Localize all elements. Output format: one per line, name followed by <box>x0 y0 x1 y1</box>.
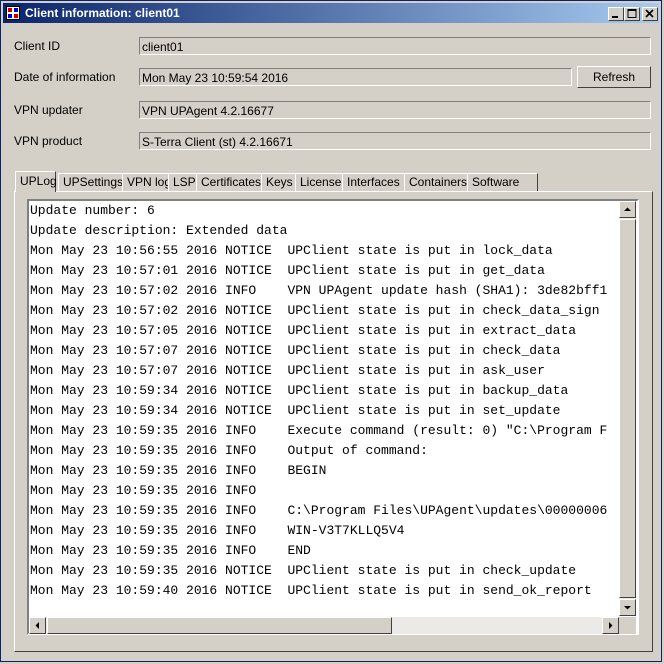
log-line: Mon May 23 10:57:05 2016 NOTICE UPClient… <box>30 323 577 338</box>
log-line: Update description: Extended data <box>30 223 288 238</box>
client-info-window: Client information: client01 Client ID c… <box>0 0 662 662</box>
tab-software[interactable]: Software <box>467 173 538 191</box>
log-line: Mon May 23 10:59:40 2016 NOTICE UPClient… <box>30 583 592 598</box>
log-lines: Update number: 6 Update description: Exte… <box>30 201 607 601</box>
tab-uplog[interactable]: UPLog <box>15 171 57 192</box>
scroll-up-arrow-icon[interactable] <box>619 201 636 218</box>
maximize-button[interactable] <box>624 7 640 21</box>
window-title: Client information: client01 <box>25 6 180 20</box>
close-button[interactable] <box>642 7 658 21</box>
log-line: Mon May 23 10:56:55 2016 NOTICE UPClient… <box>30 243 553 258</box>
log-line: Update number: 6 <box>30 203 155 218</box>
log-line: Mon May 23 10:59:35 2016 INFO Output of … <box>30 443 428 458</box>
log-line: Mon May 23 10:59:35 2016 INFO WIN-V3T7KL… <box>30 523 405 538</box>
tab-containers[interactable]: Containers <box>404 173 475 191</box>
vertical-scroll-thumb[interactable] <box>619 219 636 598</box>
client-id-label: Client ID <box>14 39 61 53</box>
refresh-button[interactable]: Refresh <box>577 66 651 88</box>
vpn-product-field[interactable]: S-Terra Client (st) 4.2.16671 <box>139 132 651 150</box>
log-line: Mon May 23 10:57:07 2016 NOTICE UPClient… <box>30 363 545 378</box>
log-line: Mon May 23 10:59:35 2016 INFO Execute co… <box>30 423 608 438</box>
log-line: Mon May 23 10:57:07 2016 NOTICE UPClient… <box>30 343 561 358</box>
vpn-updater-label: VPN updater <box>14 103 83 117</box>
tab-certificates[interactable]: Certificates <box>196 173 264 191</box>
vpn-product-label: VPN product <box>14 134 83 148</box>
log-line: Mon May 23 10:57:01 2016 NOTICE UPClient… <box>30 263 545 278</box>
client-id-field[interactable]: client01 <box>139 37 651 55</box>
tab-interfaces[interactable]: Interfaces <box>342 173 411 191</box>
scroll-down-arrow-icon[interactable] <box>619 599 636 616</box>
log-line: Mon May 23 10:59:35 2016 INFO BEGIN <box>30 463 327 478</box>
log-line: Mon May 23 10:59:35 2016 INFO C:\Program… <box>30 503 608 518</box>
log-line: Mon May 23 10:59:34 2016 NOTICE UPClient… <box>30 403 561 418</box>
log-line: Mon May 23 10:57:02 2016 INFO VPN UPAgen… <box>30 283 608 298</box>
log-line: Mon May 23 10:59:34 2016 NOTICE UPClient… <box>30 383 569 398</box>
uplog-text-area[interactable]: Update number: 6 Update description: Exte… <box>27 199 639 635</box>
horizontal-scroll-thumb[interactable] <box>47 617 392 634</box>
date-of-information-label: Date of information <box>14 70 116 84</box>
scroll-right-arrow-icon[interactable] <box>602 617 619 634</box>
date-of-information-field[interactable]: Mon May 23 10:59:54 2016 <box>139 68 572 86</box>
app-icon <box>6 6 20 20</box>
vertical-scrollbar[interactable] <box>619 201 636 616</box>
scroll-left-arrow-icon[interactable] <box>29 617 46 634</box>
log-line: Mon May 23 10:59:35 2016 INFO END <box>30 543 311 558</box>
minimize-button[interactable] <box>608 7 624 21</box>
log-line: Mon May 23 10:57:02 2016 NOTICE UPClient… <box>30 303 600 318</box>
log-line: Mon May 23 10:59:35 2016 NOTICE UPClient… <box>30 563 577 578</box>
log-line: Mon May 23 10:59:35 2016 INFO <box>30 483 257 498</box>
title-bar[interactable]: Client information: client01 <box>3 3 659 23</box>
scrollbar-corner <box>619 617 636 634</box>
vpn-updater-field[interactable]: VPN UPAgent 4.2.16677 <box>139 101 651 119</box>
horizontal-scrollbar[interactable] <box>29 617 619 634</box>
